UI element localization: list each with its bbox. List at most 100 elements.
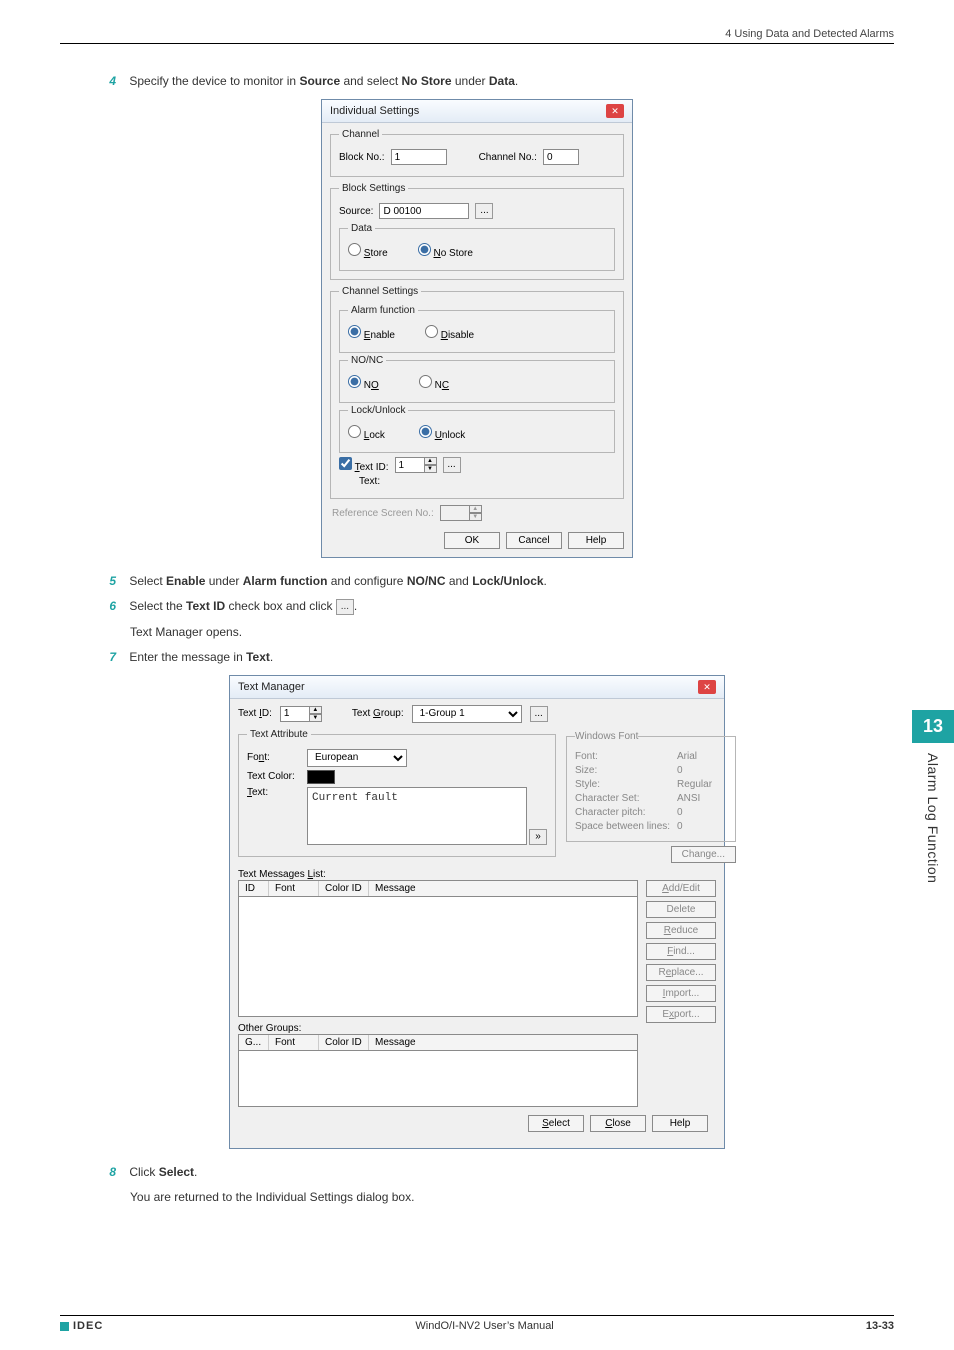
text-id-checkbox[interactable]: Text ID:	[339, 457, 389, 473]
t: and configure	[327, 574, 406, 588]
add-edit-button[interactable]: Add/Edit	[646, 880, 716, 897]
v: 0	[677, 821, 683, 832]
tm-textid-value[interactable]	[280, 706, 310, 722]
source-browse-button[interactable]: ...	[475, 203, 493, 219]
unlock-radio[interactable]: Unlock	[419, 425, 465, 441]
tm-textgroup-label: Text Group:	[352, 708, 404, 719]
t: and	[445, 574, 472, 588]
enable-radio[interactable]: Enable	[348, 325, 395, 341]
close-button[interactable]: Close	[590, 1115, 646, 1132]
font-select[interactable]: European	[307, 749, 407, 767]
other-groups-label: Other Groups:	[238, 1023, 638, 1034]
select-button[interactable]: Select	[528, 1115, 584, 1132]
step4-num: 4	[100, 72, 116, 91]
l: Style:	[575, 779, 671, 790]
reduce-button[interactable]: Reduce	[646, 922, 716, 939]
nc-radio[interactable]: NC	[419, 375, 449, 391]
v: Arial	[677, 751, 697, 762]
cancel-button[interactable]: Cancel	[506, 532, 562, 549]
text-id-value[interactable]	[395, 457, 425, 473]
col-id: ID	[239, 881, 269, 896]
dialog-title: Text Manager	[238, 681, 305, 693]
channel-settings-group: Channel Settings Alarm function Enable D…	[330, 286, 624, 499]
messages-list-label: Text Messages List:	[238, 869, 716, 880]
page-footer: IDEC WindO/I-NV2 User’s Manual 13-33	[60, 1315, 894, 1332]
l: Character pitch:	[575, 807, 671, 818]
block-no-label: Block No.:	[339, 152, 385, 163]
l2: nable	[370, 330, 394, 341]
channel-group: Channel Block No.: Channel No.:	[330, 129, 624, 177]
l2: ext ID:	[360, 462, 389, 473]
store-radio[interactable]: Store	[348, 243, 388, 259]
font-label: Font:	[247, 752, 301, 763]
t: .	[270, 650, 273, 664]
text-input[interactable]: Current fault	[307, 787, 527, 845]
step6-note: Text Manager opens.	[130, 623, 894, 642]
t: Data	[489, 74, 515, 88]
col-colorid: Color ID	[319, 1035, 369, 1050]
import-button[interactable]: Import...	[646, 985, 716, 1002]
disable-radio[interactable]: Disable	[425, 325, 474, 341]
lock-radio[interactable]: Lock	[348, 425, 385, 441]
t: Enter the message in	[129, 650, 246, 664]
change-button[interactable]: Change...	[671, 846, 736, 863]
t: Alarm function	[243, 574, 328, 588]
legend: Channel	[339, 129, 382, 140]
l2: O	[371, 380, 379, 391]
t: and select	[340, 74, 401, 88]
brand-text: IDEC	[73, 1320, 103, 1332]
t: Lock/Unlock	[472, 574, 543, 588]
text-label: Text:	[247, 787, 301, 798]
tm-textid-spinner[interactable]: ▲▼	[280, 706, 322, 722]
channel-no-field	[543, 149, 579, 165]
no-radio[interactable]: NO	[348, 375, 379, 391]
replace-button[interactable]: Replace...	[646, 964, 716, 981]
channel-no-label: Channel No.:	[479, 152, 537, 163]
help-button[interactable]: Help	[568, 532, 624, 549]
tm-textgroup-select[interactable]: 1-Group 1	[412, 705, 522, 723]
expand-button[interactable]: »	[529, 829, 547, 845]
close-icon[interactable]: ✕	[606, 104, 624, 118]
l2: tore	[370, 248, 387, 259]
block-no-field	[391, 149, 447, 165]
step-8: 8 Click Select.	[100, 1163, 894, 1182]
tm-group-browse-button[interactable]: ...	[530, 706, 548, 722]
text-id-spinner[interactable]: ▲▼	[395, 457, 437, 473]
t: .	[194, 1165, 197, 1179]
legend: NO/NC	[348, 355, 386, 366]
l: U	[435, 430, 442, 441]
chapter-number: 13	[912, 710, 954, 743]
t: Text	[246, 650, 270, 664]
col-font: Font	[269, 1035, 319, 1050]
block-settings-group: Block Settings Source: ... Data Store No…	[330, 183, 624, 280]
other-groups-list[interactable]	[238, 1051, 638, 1107]
t: Specify the device to monitor in	[129, 74, 299, 88]
l: D	[441, 330, 448, 341]
text-id-browse-button[interactable]: ...	[443, 457, 461, 473]
manual-title: WindO/I-NV2 User’s Manual	[415, 1320, 553, 1332]
export-button[interactable]: Export...	[646, 1006, 716, 1023]
t: check box and click	[225, 599, 336, 613]
l: Space between lines:	[575, 821, 671, 832]
no-store-radio[interactable]: No Store	[418, 243, 473, 259]
t: NO/NC	[407, 574, 446, 588]
find-button[interactable]: Find...	[646, 943, 716, 960]
source-input[interactable]	[379, 203, 469, 219]
t: Source	[299, 74, 340, 88]
individual-settings-dialog: Individual Settings ✕ Channel Block No.:…	[321, 99, 633, 558]
t: Select	[129, 574, 166, 588]
close-icon[interactable]: ✕	[698, 680, 716, 694]
col-colorid: Color ID	[319, 881, 369, 896]
delete-button[interactable]: Delete	[646, 901, 716, 918]
step5-text: Select Enable under Alarm function and c…	[129, 574, 547, 588]
lock-unlock-group: Lock/Unlock Lock Unlock	[339, 405, 615, 453]
ok-button[interactable]: OK	[444, 532, 500, 549]
l2: ock	[369, 430, 385, 441]
color-swatch[interactable]	[307, 770, 335, 784]
step6-num: 6	[100, 597, 116, 616]
step7-text: Enter the message in Text.	[129, 650, 273, 664]
help-button[interactable]: Help	[652, 1115, 708, 1132]
legend: Channel Settings	[339, 286, 421, 297]
windows-font-group: Windows Font Font:Arial Size:0 Style:Reg…	[566, 731, 736, 842]
messages-list[interactable]	[238, 897, 638, 1017]
